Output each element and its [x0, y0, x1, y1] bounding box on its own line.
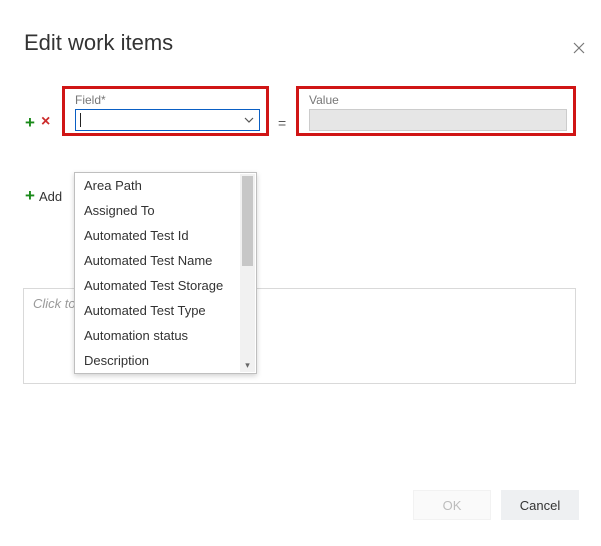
text-cursor	[80, 113, 81, 127]
field-highlight: Field*	[62, 86, 269, 136]
dropdown-item[interactable]: Automation status	[75, 323, 256, 348]
add-label: Add	[39, 189, 62, 204]
value-input[interactable]	[309, 109, 567, 131]
dropdown-item[interactable]: Area Path	[75, 173, 256, 198]
scroll-down-icon[interactable]: ▾	[240, 358, 255, 372]
scrollbar-thumb[interactable]	[242, 176, 253, 266]
add-row-icon[interactable]: +	[25, 114, 35, 131]
notes-placeholder: Click to	[33, 296, 76, 311]
add-new-field-link[interactable]: + Add	[25, 186, 62, 206]
dropdown-item[interactable]: Automated Test Storage	[75, 273, 256, 298]
dialog-title: Edit work items	[24, 30, 601, 56]
remove-row-icon[interactable]: ×	[41, 114, 50, 130]
dropdown-item[interactable]: Automated Test Type	[75, 298, 256, 323]
field-dropdown[interactable]: Area Path Assigned To Automated Test Id …	[74, 172, 257, 374]
dropdown-item[interactable]: Description	[75, 348, 256, 373]
chevron-down-icon[interactable]	[244, 117, 254, 123]
equals-sign: =	[278, 115, 286, 131]
field-combobox[interactable]	[75, 109, 260, 131]
scrollbar[interactable]: ▾	[240, 174, 255, 372]
dropdown-item[interactable]: Automated Test Id	[75, 223, 256, 248]
value-label: Value	[309, 93, 567, 107]
value-highlight: Value	[296, 86, 576, 136]
dropdown-item[interactable]: Assigned To	[75, 198, 256, 223]
field-label: Field*	[75, 93, 260, 107]
field-row: + × Field* = Value	[0, 86, 601, 146]
plus-icon: +	[25, 186, 35, 206]
dropdown-item[interactable]: Automated Test Name	[75, 248, 256, 273]
close-icon[interactable]	[571, 40, 587, 56]
